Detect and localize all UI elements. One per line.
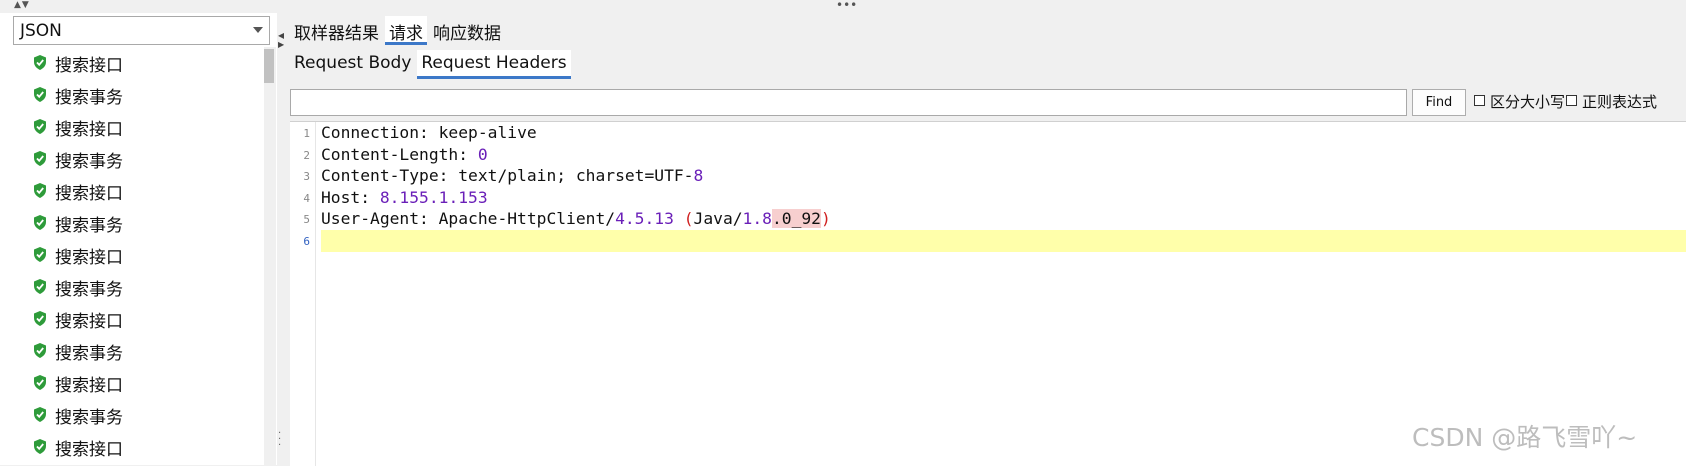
watermark: CSDN @路飞雪吖~ [1412, 423, 1638, 452]
line-number: 1 [303, 127, 310, 140]
success-shield-icon [34, 439, 46, 454]
case-sensitive-checkbox[interactable] [1474, 95, 1485, 106]
expand-collapse-arrows-icon[interactable]: ▲▼ [14, 0, 30, 10]
code-token: 8 [693, 166, 704, 185]
search-input[interactable] [290, 89, 1407, 116]
request-subtabs: Request Body Request Headers [290, 50, 573, 82]
list-item[interactable]: 搜索接口 [13, 303, 264, 335]
drag-dots-icon: ••• [836, 0, 858, 12]
case-sensitive-label: 区分大小写 [1490, 93, 1566, 111]
code-token: Content-Type: text/plain; charset=UTF- [321, 166, 694, 185]
line-number: 3 [303, 170, 310, 183]
line-number: 5 [303, 213, 310, 226]
success-shield-icon [34, 119, 46, 134]
list-item[interactable]: 搜索接口 [13, 431, 264, 463]
regex-checkbox[interactable] [1566, 95, 1577, 106]
list-scrollbar[interactable] [264, 47, 276, 465]
success-shield-icon [34, 375, 46, 390]
code-token: ( [683, 209, 694, 228]
success-shield-icon [34, 311, 46, 326]
code-line[interactable]: Content-Length: 0 [321, 144, 1686, 166]
code-token: .0_92 [771, 209, 821, 228]
list-item[interactable]: 搜索接口 [13, 111, 264, 143]
code-token: - [477, 123, 488, 142]
code-token: Connection: keep [321, 123, 478, 142]
list-item-label: 搜索接口 [55, 312, 123, 332]
subtab-0[interactable]: Request Body [290, 50, 415, 79]
code-line[interactable]: User-Agent: Apache-HttpClient/4.5.13 (Ja… [321, 208, 1686, 230]
list-item-label: 搜索接口 [55, 248, 123, 268]
code-token: 1.8 [742, 209, 772, 228]
code-line[interactable] [321, 229, 1686, 252]
success-shield-icon [34, 183, 46, 198]
list-item[interactable]: 搜索事务 [13, 207, 264, 239]
chevron-down-icon[interactable] [253, 27, 263, 33]
line-number: 6 [303, 234, 310, 248]
list-item-label: 搜索接口 [55, 56, 123, 76]
code-token: Content-Length: [321, 144, 478, 164]
code-token: Java/ [693, 209, 743, 228]
success-shield-icon [34, 247, 46, 262]
list-item[interactable]: 搜索事务 [13, 271, 264, 303]
code-line[interactable]: Host: 8.155.1.153 [321, 187, 1686, 209]
success-shield-icon [34, 151, 46, 166]
code-token: 8.155.1.153 [379, 187, 488, 207]
sample-list: 搜索接口 搜索事务 搜索接口 搜索事务 搜索接口 搜索事务 搜索接口 搜索事务 搜索接口 搜索事务… [13, 47, 264, 465]
subtab-1[interactable]: Request Headers [417, 50, 571, 79]
code-token: 0 [477, 144, 488, 164]
code-line[interactable]: Connection: keep-alive [321, 122, 1686, 144]
main-tabs: 取样器结果 请求 响应数据 [290, 16, 507, 48]
list-scrollbar-thumb[interactable] [264, 49, 274, 83]
success-shield-icon [34, 55, 46, 70]
list-item-label: 搜索事务 [55, 344, 123, 364]
line-number-gutter: 1 2 3 4 5 6 [290, 122, 316, 466]
list-item[interactable]: 搜索接口 [13, 47, 264, 79]
tab-0[interactable]: 取样器结果 [290, 16, 383, 45]
line-number: 2 [303, 148, 310, 162]
regex-label: 正则表达式 [1582, 93, 1658, 111]
find-button[interactable]: Find [1412, 89, 1466, 116]
split-divider[interactable]: ◀ ▶ · · · [277, 13, 284, 465]
code-token: alive [487, 123, 537, 142]
line-number: 4 [303, 191, 310, 205]
code-line[interactable]: Content-Type: text/plain; charset=UTF-8 [321, 165, 1686, 187]
success-shield-icon [34, 87, 46, 102]
results-tree-panel: JSON 搜索接口 搜索事务 搜索接口 搜索事务 搜索接口 搜索事务 搜索接口 搜索事务 搜索接… [0, 13, 278, 465]
code-token: ) [820, 209, 831, 228]
list-item[interactable]: 搜索接口 [13, 175, 264, 207]
search-bar: Find 区分大小写 正则表达式 [290, 87, 1686, 119]
list-item-label: 搜索事务 [55, 88, 123, 108]
headers-editor[interactable]: 123456 Connection: keep-alive Content-Len… [290, 121, 1686, 466]
render-format-value: JSON [20, 21, 62, 41]
list-item-label: 搜索接口 [55, 376, 123, 396]
tab-1[interactable]: 请求 [385, 16, 427, 45]
list-item[interactable]: 搜索事务 [13, 399, 264, 431]
list-item-label: 搜索接口 [55, 184, 123, 204]
list-item-label: 搜索接口 [55, 120, 123, 140]
list-item-label: 搜索事务 [55, 216, 123, 236]
success-shield-icon [34, 407, 46, 422]
success-shield-icon [34, 343, 46, 358]
success-shield-icon [34, 215, 46, 230]
divider-grip-icon[interactable]: · · · [278, 429, 281, 451]
list-item-label: 搜索接口 [55, 440, 123, 460]
code-token: 4.5.13 [615, 209, 674, 228]
list-item-label: 搜索事务 [55, 152, 123, 172]
list-item-label: 搜索事务 [55, 408, 123, 428]
list-item[interactable]: 搜索接口 [13, 367, 264, 399]
list-item[interactable]: 搜索接口 [13, 239, 264, 271]
list-item[interactable]: 搜索事务 [13, 143, 264, 175]
code-token: User-Agent: Apache-HttpClient/ [321, 209, 616, 228]
detail-panel: 取样器结果 请求 响应数据 Request Body Request Headers … [284, 13, 1686, 466]
tab-2[interactable]: 响应数据 [429, 16, 505, 45]
list-item[interactable]: 搜索事务 [13, 79, 264, 111]
top-split-grip[interactable]: ▲▼ ••• [0, 0, 1686, 13]
list-item-label: 搜索事务 [55, 280, 123, 300]
success-shield-icon [34, 279, 46, 294]
render-format-select[interactable]: JSON [13, 16, 270, 45]
list-item[interactable]: 搜索事务 [13, 335, 264, 367]
code-token: Host: [321, 187, 380, 207]
